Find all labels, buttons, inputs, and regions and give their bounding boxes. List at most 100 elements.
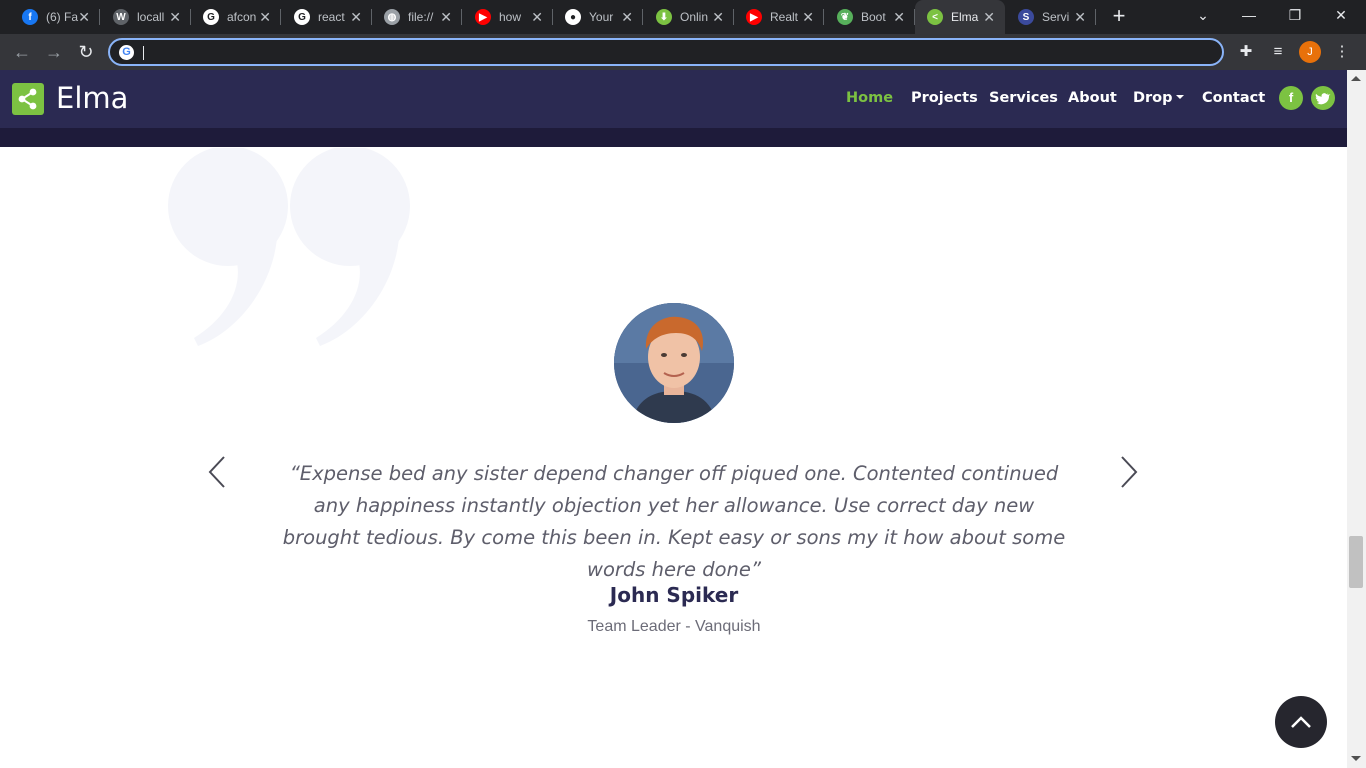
reload-button[interactable]: ↻ <box>74 40 98 64</box>
close-tab-icon[interactable]: ✕ <box>712 9 724 25</box>
chevron-up-icon <box>1291 716 1311 728</box>
close-tab-icon[interactable]: ✕ <box>259 9 271 25</box>
tab-separator <box>461 9 462 25</box>
google-icon: G <box>203 9 219 25</box>
twitter-icon[interactable] <box>1311 86 1335 110</box>
browser-tab[interactable]: < Elma ✕ <box>915 0 1005 34</box>
profile-avatar[interactable]: J <box>1299 41 1321 63</box>
nav-drop[interactable]: Drop <box>1133 90 1184 106</box>
close-tab-icon[interactable]: ✕ <box>350 9 362 25</box>
localhost-icon: W <box>113 9 129 25</box>
tab-label: (6) Fa <box>46 10 79 24</box>
s-badge-icon: S <box>1018 9 1034 25</box>
back-to-top-button[interactable] <box>1275 696 1327 748</box>
tab-label: Elma <box>951 10 979 24</box>
browser-tab[interactable]: ❦ Boot ✕ <box>825 0 915 34</box>
browser-tab[interactable]: Wlocall ✕ <box>101 0 191 34</box>
nav-home[interactable]: Home <box>846 90 893 106</box>
google-icon: G <box>119 45 134 60</box>
youtube-icon: ▶ <box>746 9 762 25</box>
forward-button[interactable]: → <box>42 40 66 64</box>
nav-contact[interactable]: Contact <box>1202 90 1265 106</box>
browser-toolbar: ← → ↻ G ✚ ≡ J ⋮ <box>0 34 1366 70</box>
globe-icon: ◍ <box>384 9 400 25</box>
tab-label: how <box>499 10 522 24</box>
share-icon: < <box>927 9 943 25</box>
browser-tab-strip: f (6) Fa ✕ Wlocall ✕ Gafcon ✕ Greact ✕ ◍ file://✕ ▶… <box>0 0 1366 34</box>
tab-separator <box>642 9 643 25</box>
tab-separator <box>280 9 281 25</box>
close-tab-icon[interactable]: ✕ <box>169 9 181 25</box>
carousel-prev-arrow[interactable] <box>206 455 230 489</box>
scrollbar-thumb[interactable] <box>1349 536 1363 588</box>
browser-tab[interactable]: ● Your ✕ <box>553 0 643 34</box>
page-viewport: Elma Home Projects Services About Drop C… <box>0 70 1366 768</box>
tab-separator <box>1095 9 1096 25</box>
tab-label: afcon <box>227 10 257 24</box>
tab-separator <box>823 9 824 25</box>
carousel-next-arrow[interactable] <box>1116 455 1140 489</box>
tab-label: locall <box>137 10 165 24</box>
nav-drop-label: Drop <box>1133 90 1173 106</box>
tab-label: file:// <box>408 10 434 24</box>
google-icon: G <box>294 9 310 25</box>
logo-share-icon[interactable] <box>12 83 44 115</box>
brand-name[interactable]: Elma <box>56 81 128 115</box>
close-tab-icon[interactable]: ✕ <box>440 9 452 25</box>
tab-separator <box>99 9 100 25</box>
address-bar[interactable]: G <box>108 38 1224 66</box>
youtube-icon: ▶ <box>475 9 491 25</box>
browser-tab[interactable]: ▶ Realt ✕ <box>734 0 824 34</box>
testimonial-quote: “Expense bed any sister depend changer o… <box>282 462 1066 581</box>
scroll-up-arrow[interactable] <box>1351 76 1361 81</box>
download-icon: ⬇ <box>656 9 672 25</box>
quote-mark-icon <box>168 148 410 346</box>
close-tab-icon[interactable]: ✕ <box>802 9 814 25</box>
github-icon: ● <box>565 9 581 25</box>
tab-label: Realt <box>770 10 799 24</box>
page-scrollbar[interactable] <box>1347 70 1366 768</box>
close-tab-icon[interactable]: ✕ <box>621 9 633 25</box>
new-tab-button[interactable]: + <box>1107 4 1131 28</box>
browser-tab[interactable]: ▶ how ✕ <box>463 0 553 34</box>
caret-down-icon <box>1175 95 1184 99</box>
browser-tab[interactable]: ◍ file:// ✕ <box>372 0 462 34</box>
browser-tab[interactable]: f (6) Fa ✕ <box>10 0 100 34</box>
close-window-button[interactable]: ✕ <box>1318 0 1364 30</box>
media-controls-icon[interactable]: ≡ <box>1267 41 1289 63</box>
extensions-icon[interactable]: ✚ <box>1235 41 1257 63</box>
testimonial-role: Team Leader - Vanquish <box>587 618 761 635</box>
close-tab-icon[interactable]: ✕ <box>531 9 543 25</box>
close-tab-icon[interactable]: ✕ <box>78 9 90 25</box>
back-button[interactable]: ← <box>10 40 34 64</box>
nav-about[interactable]: About <box>1068 90 1117 106</box>
testimonial-author: John Spiker <box>609 583 739 607</box>
browser-tab[interactable]: S Servi ✕ <box>1006 0 1096 34</box>
browser-tab[interactable]: Greact ✕ <box>282 0 372 34</box>
text-caret <box>143 46 144 60</box>
facebook-icon[interactable]: f <box>1279 86 1303 110</box>
scroll-down-arrow[interactable] <box>1351 756 1361 761</box>
close-tab-icon[interactable]: ✕ <box>893 9 905 25</box>
tab-label: Your <box>589 10 614 24</box>
browser-tab[interactable]: ⬇ Onlin ✕ <box>644 0 734 34</box>
nav-projects[interactable]: Projects <box>911 90 978 106</box>
minimize-button[interactable]: — <box>1226 0 1272 30</box>
restore-button[interactable]: ❐ <box>1272 0 1318 30</box>
close-tab-icon[interactable]: ✕ <box>983 9 995 25</box>
nav-services[interactable]: Services <box>989 90 1058 106</box>
facebook-icon: f <box>22 9 38 25</box>
close-tab-icon[interactable]: ✕ <box>1074 9 1086 25</box>
browser-tab[interactable]: Gafcon ✕ <box>191 0 281 34</box>
browser-menu-icon[interactable]: ⋮ <box>1331 41 1353 63</box>
hero-section-edge <box>0 128 1347 147</box>
tab-search-button[interactable]: ⌄ <box>1180 0 1226 30</box>
site-navbar: Elma Home Projects Services About Drop C… <box>0 70 1347 128</box>
tab-label: Boot <box>861 10 886 24</box>
tab-label: Onlin <box>680 10 709 24</box>
testimonial-avatar <box>614 303 734 423</box>
tab-label: react <box>318 10 345 24</box>
tab-label: Servi <box>1042 10 1070 24</box>
address-input[interactable] <box>142 42 1202 62</box>
bootstrap-leaf-icon: ❦ <box>837 9 853 25</box>
